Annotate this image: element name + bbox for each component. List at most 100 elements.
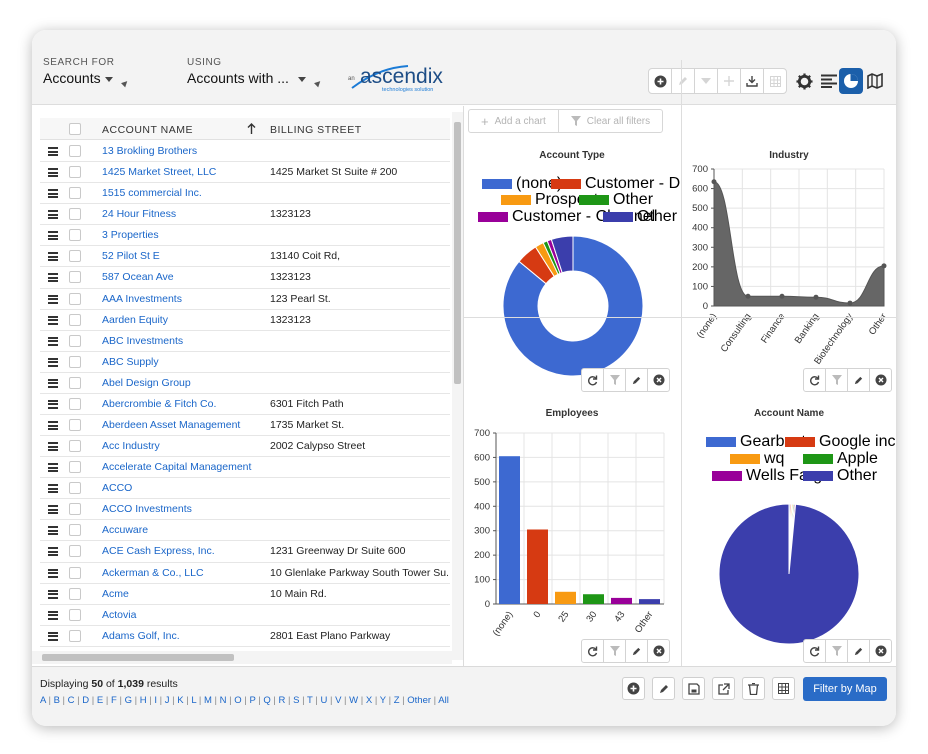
row-menu-icon[interactable] xyxy=(48,315,58,325)
table-row[interactable]: Abercrombie & Fitch Co. 6301 Fitch Path xyxy=(40,394,450,416)
grid-button[interactable] xyxy=(763,68,787,94)
table-row[interactable]: Actovia xyxy=(40,605,450,626)
scrollbar-thumb[interactable] xyxy=(454,122,461,384)
account-name-link[interactable]: Accelerate Capital Management xyxy=(102,461,251,473)
alphabet-link[interactable]: C xyxy=(68,695,75,706)
row-menu-icon[interactable] xyxy=(48,547,58,557)
remove-chart-button[interactable] xyxy=(647,639,670,663)
list-horizontal-scrollbar[interactable] xyxy=(32,651,452,664)
scrollbar-thumb[interactable] xyxy=(42,654,234,661)
table-row[interactable]: AAA Investments 123 Pearl St. xyxy=(40,289,450,310)
table-row[interactable]: Acme 10 Main Rd. xyxy=(40,584,450,605)
save-button[interactable] xyxy=(682,677,705,700)
pin-icon[interactable]: ▲ xyxy=(117,76,132,91)
row-checkbox[interactable] xyxy=(69,355,81,368)
row-checkbox[interactable] xyxy=(69,313,81,326)
clear-filters-button[interactable]: Clear all filters xyxy=(557,110,662,132)
table-row[interactable]: ACCO Investments xyxy=(40,499,450,521)
row-menu-icon[interactable] xyxy=(48,421,58,431)
row-checkbox[interactable] xyxy=(69,271,81,284)
account-name-link[interactable]: Abercrombie & Fitch Co. xyxy=(102,398,216,410)
chevron-down-icon[interactable] xyxy=(297,76,306,82)
row-checkbox[interactable] xyxy=(69,187,81,200)
edit-button[interactable] xyxy=(652,677,675,700)
row-menu-icon[interactable] xyxy=(48,357,58,367)
object-selector[interactable]: Accounts ▲ xyxy=(43,70,132,91)
row-menu-icon[interactable] xyxy=(48,568,58,578)
row-menu-icon[interactable] xyxy=(48,147,58,156)
edit-chart-button[interactable] xyxy=(625,639,648,663)
row-menu-icon[interactable] xyxy=(48,273,58,283)
remove-chart-button[interactable] xyxy=(869,368,892,392)
table-row[interactable]: Adams Golf, Inc. 2801 East Plano Parkway xyxy=(40,626,450,647)
row-menu-icon[interactable] xyxy=(48,336,58,346)
column-header-account-name[interactable]: ACCOUNT NAME xyxy=(102,124,193,136)
row-menu-icon[interactable] xyxy=(48,168,58,178)
table-row[interactable]: Abel Design Group xyxy=(40,373,450,394)
view-selector[interactable]: Accounts with ... ▲ xyxy=(187,70,325,91)
legend-item[interactable]: Google inc. xyxy=(785,433,896,451)
account-name-link[interactable]: Abel Design Group xyxy=(102,377,191,389)
table-row[interactable]: 52 Pilot St E 13140 Coit Rd, xyxy=(40,246,450,268)
more-actions-button[interactable] xyxy=(694,68,718,94)
alphabet-link[interactable]: M xyxy=(204,695,212,706)
employees-chart[interactable]: 0 100 200 300 400 500 600 700 (none) 0 25 30 43 Other… xyxy=(464,394,680,666)
row-checkbox[interactable] xyxy=(69,629,81,642)
chart-canvas[interactable]: 0100200300400500600700(none) Consulting Fi… xyxy=(682,136,896,393)
legend-item[interactable]: Apple xyxy=(803,450,878,468)
row-checkbox[interactable] xyxy=(69,608,81,621)
sort-arrow-up-icon[interactable] xyxy=(247,123,256,134)
alphabet-link[interactable]: N xyxy=(220,695,227,706)
filter-chart-button[interactable] xyxy=(603,368,626,392)
refresh-chart-button[interactable] xyxy=(581,639,604,663)
table-row[interactable]: ABC Supply xyxy=(40,352,450,373)
account-name-link[interactable]: AAA Investments xyxy=(102,293,182,305)
table-row[interactable]: ABC Investments xyxy=(40,331,450,352)
add-button[interactable] xyxy=(717,68,741,94)
account-name-link[interactable]: Acme xyxy=(102,588,129,600)
remove-chart-button[interactable] xyxy=(869,639,892,663)
row-checkbox[interactable] xyxy=(69,587,81,600)
row-checkbox[interactable] xyxy=(69,566,81,579)
row-menu-icon[interactable] xyxy=(48,484,58,494)
using-block[interactable]: USING Accounts with ... ▲ xyxy=(187,57,325,91)
account-name-link[interactable]: ACCO Investments xyxy=(102,503,192,515)
account-type-chart[interactable]: Account Type (none) Customer - Direct Prosp… xyxy=(464,136,710,393)
account-name-link[interactable]: ABC Supply xyxy=(102,356,159,368)
legend-item[interactable]: Other xyxy=(603,208,677,226)
alphabet-link[interactable]: Q xyxy=(263,695,270,706)
alphabet-link[interactable]: G xyxy=(125,695,132,706)
account-name-link[interactable]: 24 Hour Fitness xyxy=(102,208,176,220)
refresh-chart-button[interactable] xyxy=(581,368,604,392)
row-menu-icon[interactable] xyxy=(48,442,58,452)
row-checkbox[interactable] xyxy=(69,440,81,453)
row-checkbox[interactable] xyxy=(69,376,81,389)
chevron-down-icon[interactable] xyxy=(104,76,113,82)
row-menu-icon[interactable] xyxy=(48,399,58,409)
row-checkbox[interactable] xyxy=(69,292,81,305)
row-menu-icon[interactable] xyxy=(48,252,58,262)
table-row[interactable]: 587 Ocean Ave 1323123 xyxy=(40,267,450,289)
edit-chart-button[interactable] xyxy=(847,368,870,392)
row-checkbox[interactable] xyxy=(69,334,81,347)
account-name-link[interactable]: 13 Brokling Brothers xyxy=(102,145,197,157)
account-name-link[interactable]: Accuware xyxy=(102,524,148,536)
map-view-button[interactable] xyxy=(863,68,887,94)
account-name-link[interactable]: 3 Properties xyxy=(102,229,159,241)
filter-chart-button[interactable] xyxy=(825,639,848,663)
row-checkbox[interactable] xyxy=(69,208,81,221)
table-row[interactable]: 1425 Market Street, LLC 1425 Market St Su… xyxy=(40,162,450,184)
filter-chart-button[interactable] xyxy=(825,368,848,392)
legend-item[interactable]: wq xyxy=(730,450,784,468)
new-record-button[interactable] xyxy=(648,68,672,94)
table-row[interactable]: ACCO xyxy=(40,478,450,500)
alphabet-link[interactable]: Other xyxy=(407,695,431,706)
row-menu-icon[interactable] xyxy=(48,189,58,199)
row-checkbox[interactable] xyxy=(69,145,81,157)
table-row[interactable]: 3 Properties xyxy=(40,225,450,247)
alphabet-link[interactable]: O xyxy=(234,695,241,706)
alphabet-link[interactable]: W xyxy=(349,695,358,706)
account-name-link[interactable]: ACCO xyxy=(102,482,132,494)
delete-button[interactable] xyxy=(742,677,765,700)
column-header-billing-street[interactable]: BILLING STREET xyxy=(270,124,362,136)
